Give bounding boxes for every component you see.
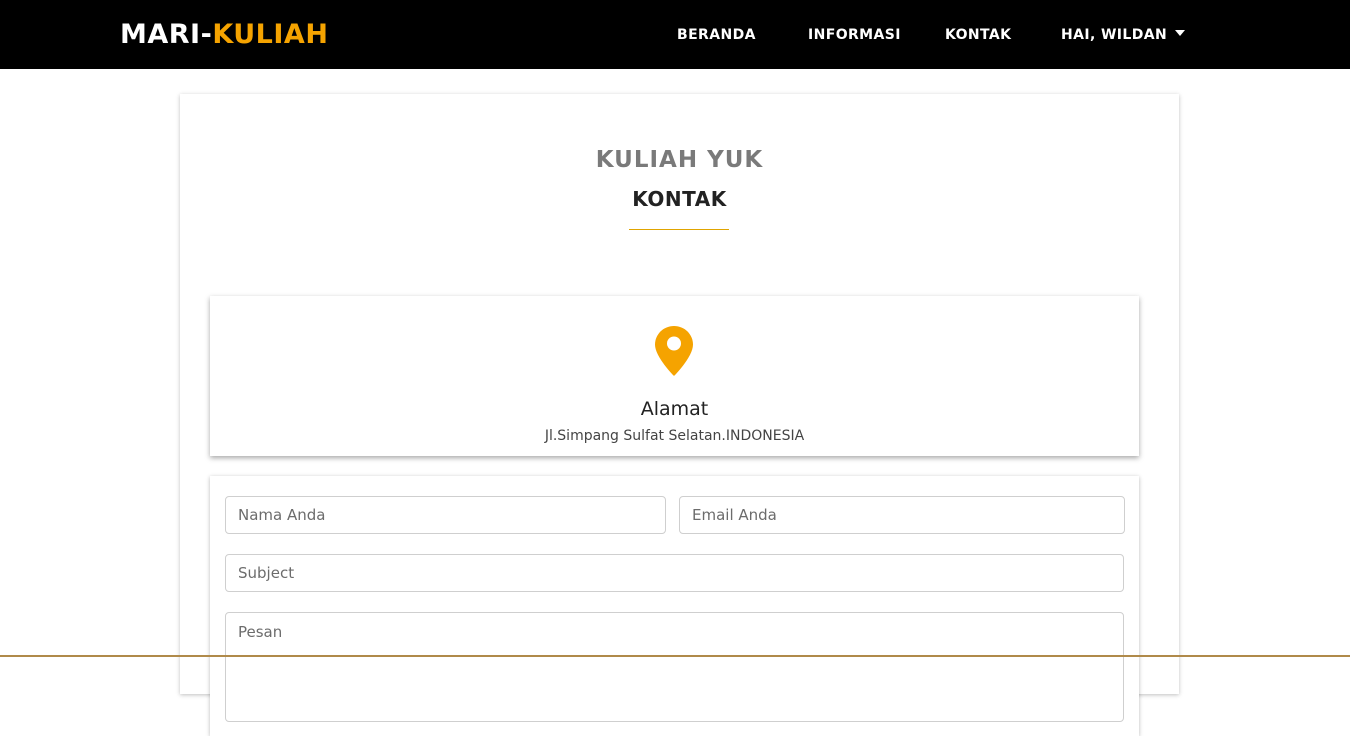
address-title: Alamat: [640, 398, 709, 420]
subject-input[interactable]: [225, 554, 1124, 592]
address-text: Jl.Simpang Sulfat Selatan.INDONESIA: [544, 428, 805, 444]
logo-text-part2: KULIAH: [212, 19, 329, 50]
contact-form: [210, 476, 1139, 736]
name-input[interactable]: [225, 496, 666, 534]
map-pin-icon: [655, 326, 693, 376]
page-title: KULIAH YUK: [595, 147, 764, 173]
logo-text-part1: MARI-: [120, 19, 213, 50]
nav-link-informasi[interactable]: INFORMASI: [808, 25, 901, 45]
contact-card: KULIAH YUK KONTAK Alamat Jl.Simpang Sulf…: [180, 94, 1179, 736]
user-menu-label: HAI, WILDAN: [1061, 27, 1168, 43]
title-divider: [629, 229, 729, 230]
top-navbar: MARI-KULIAH BERANDA INFORMASI KONTAK HAI…: [0, 0, 1350, 69]
nav-link-beranda[interactable]: BERANDA: [677, 25, 756, 45]
site-logo[interactable]: MARI-KULIAH: [120, 18, 328, 52]
email-input[interactable]: [679, 496, 1125, 534]
caret-down-icon: [1175, 30, 1186, 36]
nav-link-kontak[interactable]: KONTAK: [945, 25, 1011, 45]
page-subtitle: KONTAK: [632, 187, 727, 211]
message-textarea[interactable]: [225, 612, 1124, 722]
address-card: Alamat Jl.Simpang Sulfat Selatan.INDONES…: [210, 296, 1139, 456]
user-menu-dropdown[interactable]: HAI, WILDAN: [1061, 25, 1186, 45]
